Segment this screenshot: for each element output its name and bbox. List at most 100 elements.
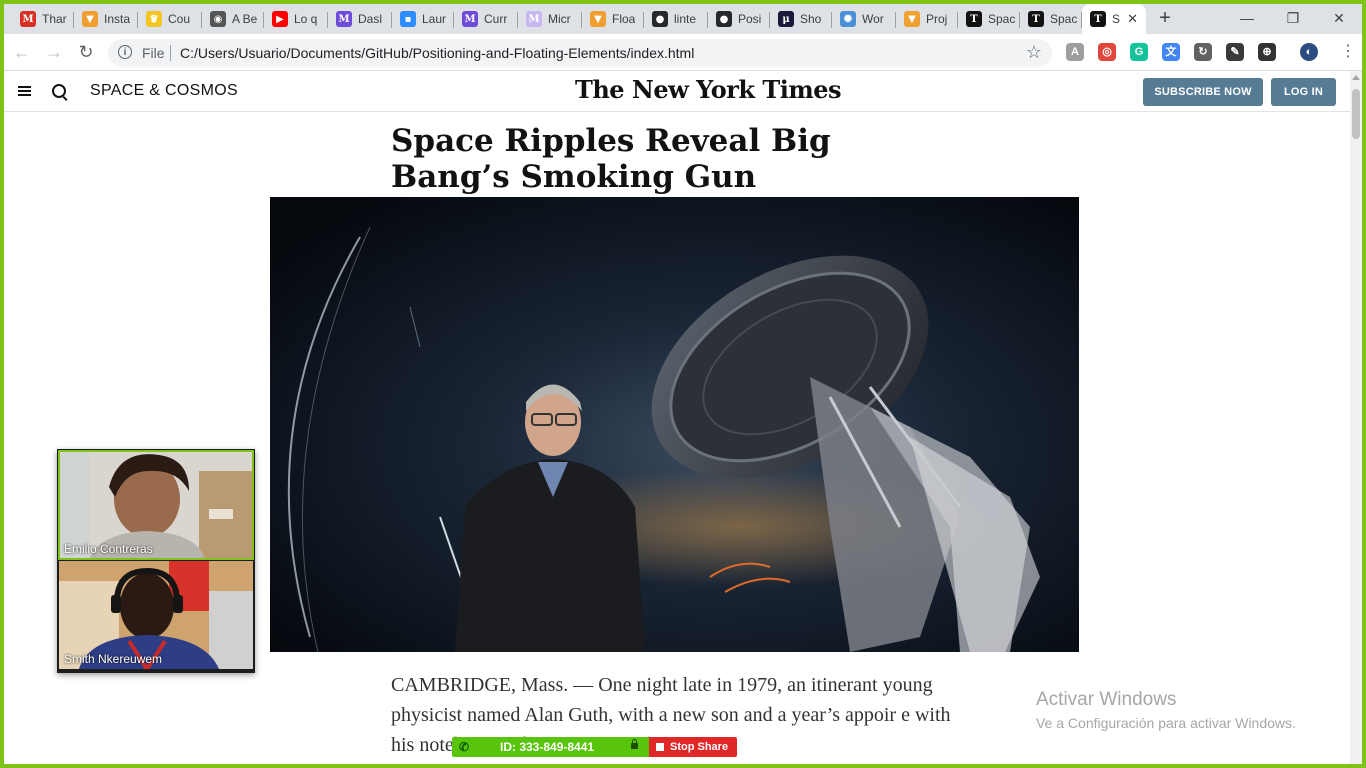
scrollbar-thumb[interactable] bbox=[1352, 89, 1360, 139]
picker-icon[interactable]: ✎ bbox=[1226, 43, 1244, 61]
browser-menu-icon[interactable]: ⋮ bbox=[1340, 40, 1356, 64]
browser-tab[interactable]: M Micr bbox=[518, 4, 582, 34]
browser-tab[interactable]: T Spac bbox=[958, 4, 1020, 34]
stop-share-label: Stop Share bbox=[670, 741, 729, 753]
github-icon: ● bbox=[716, 11, 732, 27]
gmail-icon: M bbox=[20, 11, 36, 27]
tab-title: Cou bbox=[168, 12, 191, 26]
browser-tab[interactable]: ♛ Cou bbox=[138, 4, 202, 34]
browser-tab-strip: + M Thar ▼ Insta ♛ Cou ◉ A Be ▶ Lo q M Dasl ▪ Laur M Cu… bbox=[4, 4, 1362, 34]
login-button[interactable]: LOG IN bbox=[1271, 78, 1336, 106]
watermark-subtitle: Ve a Configuración para activar Windows. bbox=[1036, 715, 1296, 731]
glasses-icon: ◉ bbox=[210, 11, 226, 27]
translate-icon[interactable]: 文 bbox=[1162, 43, 1180, 61]
meeting-id: ID: 333-849-8441 bbox=[500, 740, 595, 754]
tab-title: Curr bbox=[484, 12, 508, 26]
tab-title: A Be bbox=[232, 12, 258, 26]
globe-icon: ✺ bbox=[840, 11, 856, 27]
tab-title: Floa bbox=[612, 12, 636, 26]
browser-tab[interactable]: ▼ Floa bbox=[582, 4, 644, 34]
browser-tab[interactable]: ▼ Insta bbox=[74, 4, 138, 34]
crown-icon: ♛ bbox=[146, 11, 162, 27]
tab-title: Micr bbox=[548, 12, 571, 26]
tab-title: S bbox=[1112, 12, 1121, 26]
video-tile-participant-1[interactable]: Emilio Contreras bbox=[58, 450, 254, 560]
restore-button[interactable]: ❐ bbox=[1270, 4, 1316, 34]
zoom-icon: ▪ bbox=[400, 11, 416, 27]
nyt-icon: T bbox=[1090, 11, 1106, 27]
tab-close-icon[interactable]: ✕ bbox=[1127, 11, 1138, 27]
windows-activation-watermark: Activar Windows Ve a Configuración para … bbox=[1036, 689, 1296, 731]
video-tile-participant-2[interactable]: Smith Nkereuwem bbox=[59, 561, 253, 669]
address-bar[interactable]: i File C:/Users/Usuario/Documents/GitHub… bbox=[108, 39, 1052, 67]
browser-tab[interactable]: M Dasl bbox=[328, 4, 392, 34]
browser-tab[interactable]: μ Sho bbox=[770, 4, 832, 34]
screen-share-frame: + M Thar ▼ Insta ♛ Cou ◉ A Be ▶ Lo q M Dasl ▪ Laur M Cu… bbox=[4, 4, 1362, 764]
address-divider bbox=[170, 45, 171, 61]
github-icon: ● bbox=[652, 11, 668, 27]
microverse-icon: M bbox=[336, 11, 352, 27]
browser-tab[interactable]: T Spac bbox=[1020, 4, 1082, 34]
browser-toolbar: ← → ↻ i File C:/Users/Usuario/Documents/… bbox=[4, 34, 1362, 71]
browser-tab[interactable]: ● linte bbox=[644, 4, 708, 34]
stop-icon bbox=[656, 743, 664, 751]
browser-tab[interactable]: M Thar bbox=[12, 4, 74, 34]
profile-avatar-icon[interactable]: ◐ bbox=[1300, 43, 1318, 61]
fox-icon: ▼ bbox=[590, 11, 606, 27]
lastpass-icon[interactable]: ◎ bbox=[1098, 43, 1116, 61]
url-text[interactable]: C:/Users/Usuario/Documents/GitHub/Positi… bbox=[180, 45, 694, 61]
refresh-ext-icon[interactable]: ↻ bbox=[1194, 43, 1212, 61]
article-hero-image bbox=[270, 197, 1079, 652]
browser-tab[interactable]: ▶ Lo q bbox=[264, 4, 328, 34]
tab-title: Dasl bbox=[358, 12, 383, 26]
nyt-icon: T bbox=[966, 11, 982, 27]
tab-title: Thar bbox=[42, 12, 67, 26]
browser-tab[interactable]: ◉ A Be bbox=[202, 4, 264, 34]
zoom-ext-icon[interactable]: ⊕ bbox=[1258, 43, 1276, 61]
page-scrollbar[interactable] bbox=[1350, 71, 1362, 764]
watermark-title: Activar Windows bbox=[1036, 689, 1177, 710]
browser-tab[interactable]: ✺ Wor bbox=[832, 4, 896, 34]
scroll-up-arrow-icon[interactable] bbox=[1352, 75, 1360, 80]
bookmark-star-icon[interactable]: ☆ bbox=[1026, 42, 1042, 63]
stop-share-button[interactable]: Stop Share bbox=[649, 737, 737, 757]
search-icon[interactable] bbox=[52, 84, 66, 98]
tab-title: Spac bbox=[1050, 12, 1078, 26]
tab-title: Wor bbox=[862, 12, 884, 26]
article-headline: Space Ripples Reveal Big Bang’s Smoking … bbox=[391, 123, 831, 195]
tab-title: Spac bbox=[988, 12, 1016, 26]
section-label[interactable]: SPACE & COSMOS bbox=[90, 82, 238, 100]
participant-name: Smith Nkereuwem bbox=[64, 652, 163, 666]
pdf-icon[interactable]: A bbox=[1066, 43, 1084, 61]
tab-title: Sho bbox=[800, 12, 822, 26]
meeting-id-pill[interactable]: ✆ ID: 333-849-8441 bbox=[452, 737, 649, 757]
info-icon[interactable]: i bbox=[118, 45, 132, 59]
microverse-icon: M bbox=[462, 11, 478, 27]
reload-icon[interactable]: ↻ bbox=[74, 40, 98, 64]
tab-title: linte bbox=[674, 12, 697, 26]
close-window-button[interactable]: ✕ bbox=[1316, 4, 1362, 34]
fox-icon: ▼ bbox=[904, 11, 920, 27]
new-tab-button[interactable]: + bbox=[1154, 7, 1176, 29]
subscribe-button[interactable]: SUBSCRIBE NOW bbox=[1143, 78, 1263, 106]
video-gallery-panel[interactable]: Emilio Contreras Smith Nkereuwem bbox=[57, 449, 255, 673]
hamburger-menu-icon[interactable] bbox=[18, 86, 31, 96]
tab-title: Insta bbox=[104, 12, 131, 26]
lock-icon bbox=[631, 739, 638, 749]
fox-icon: ▼ bbox=[82, 11, 98, 27]
browser-tab[interactable]: T S ✕ bbox=[1082, 4, 1146, 34]
minimize-button[interactable]: — bbox=[1224, 4, 1270, 34]
browser-tab[interactable]: ▼ Proj bbox=[896, 4, 958, 34]
mu-icon: μ bbox=[778, 11, 794, 27]
participant-name: Emilio Contreras bbox=[64, 542, 153, 556]
nyt-logo[interactable]: The New York Times bbox=[575, 75, 842, 104]
browser-tab[interactable]: M Curr bbox=[454, 4, 518, 34]
tab-title: Proj bbox=[926, 12, 948, 26]
grammarly-icon[interactable]: G bbox=[1130, 43, 1148, 61]
forward-arrow-icon[interactable]: → bbox=[42, 40, 66, 64]
browser-tab[interactable]: ▪ Laur bbox=[392, 4, 454, 34]
browser-tab[interactable]: ● Posi bbox=[708, 4, 770, 34]
back-arrow-icon[interactable]: ← bbox=[10, 40, 34, 64]
nyt-header: SPACE & COSMOS The New York Times SUBSCR… bbox=[4, 71, 1350, 112]
tab-title: Laur bbox=[422, 12, 447, 26]
